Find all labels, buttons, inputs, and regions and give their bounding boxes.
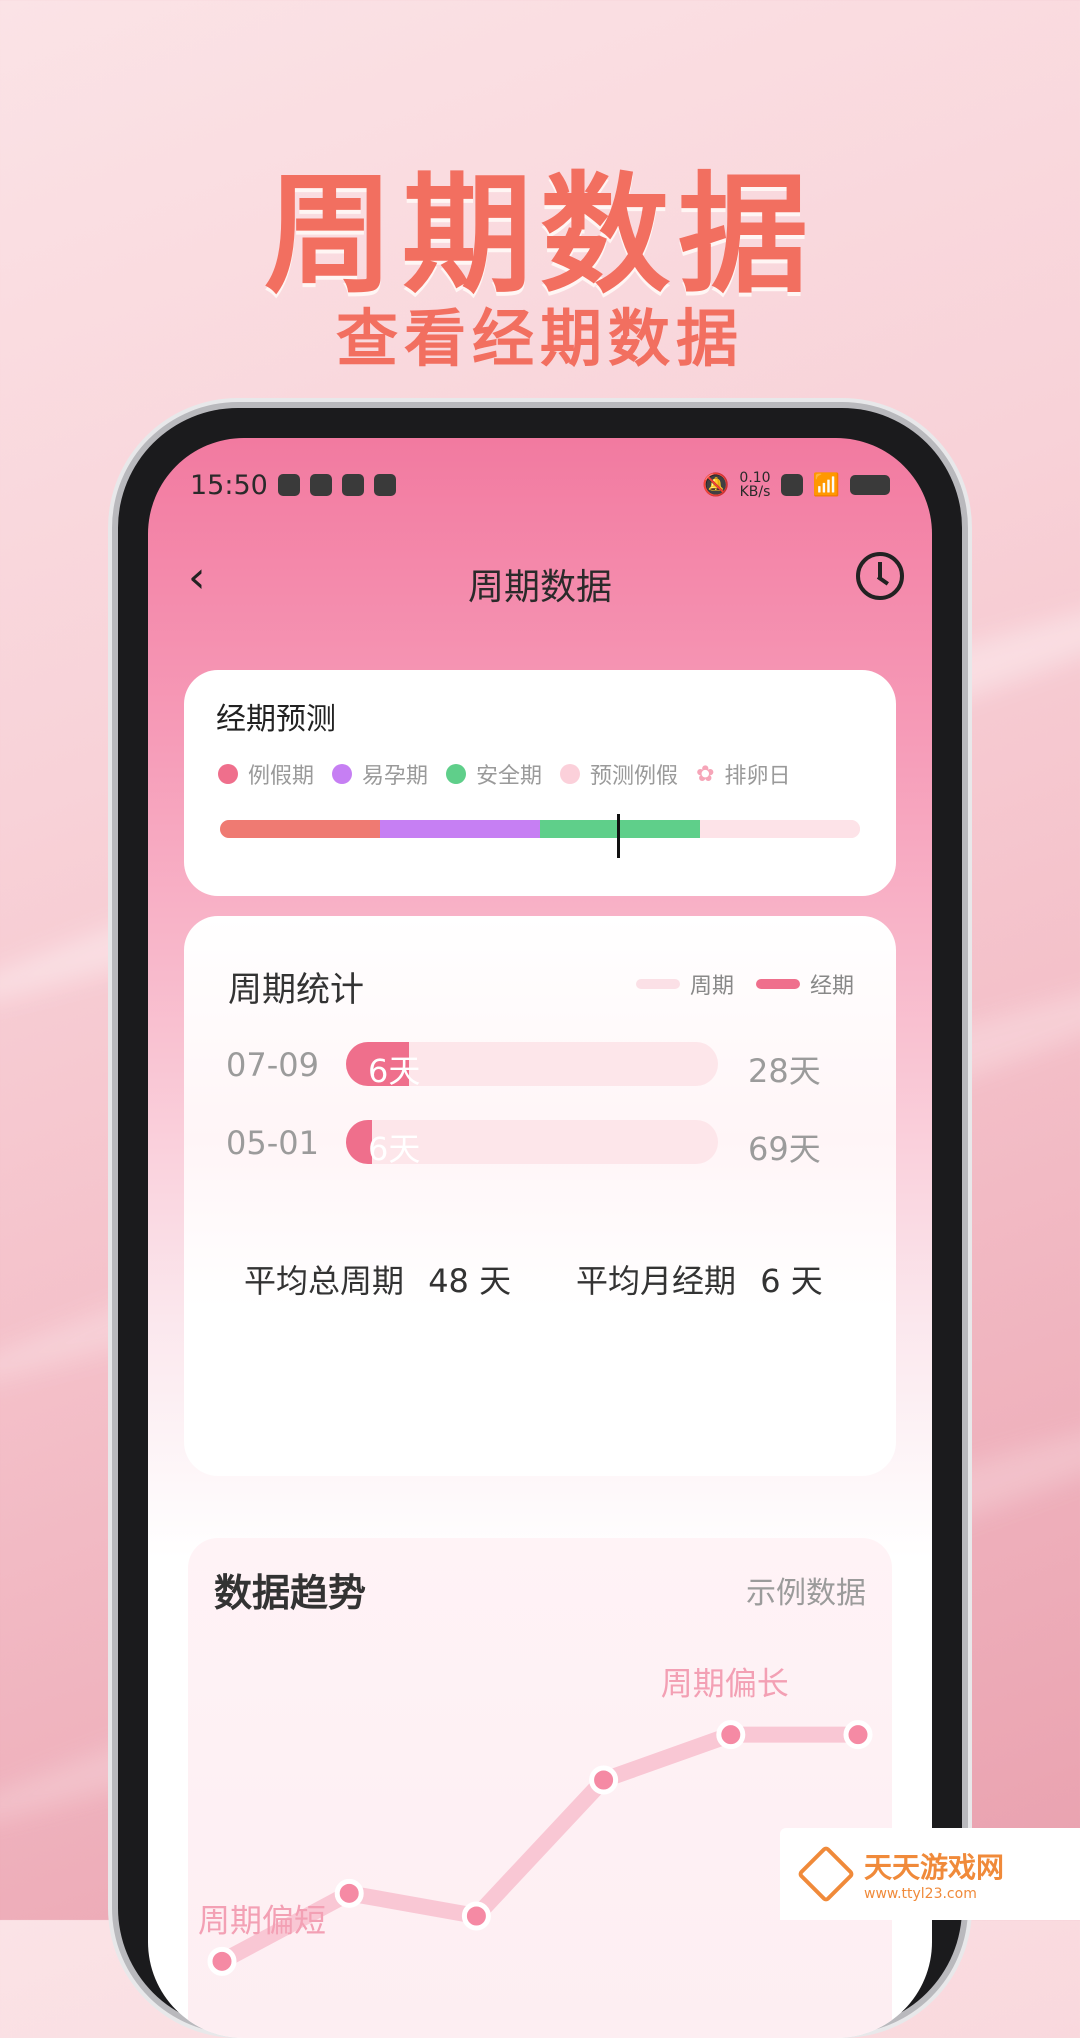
battery-icon: [850, 475, 890, 495]
legend-label: 经期: [809, 974, 854, 999]
legend-dot: [218, 764, 238, 784]
legend-label: 安全期: [476, 764, 543, 789]
cycle-stats-title: 周期统计: [228, 970, 364, 1010]
watermark-name: 天天游戏网: [864, 1851, 1005, 1884]
page-title: 周期数据: [467, 567, 612, 608]
watermark: 天天游戏网 www.ttyl23.com: [780, 1828, 1080, 1920]
legend-dot: [332, 764, 353, 784]
clock-icon[interactable]: [856, 552, 904, 600]
trend-point-4: [716, 1720, 746, 1750]
status-time: 15:50: [190, 469, 268, 501]
avg-period-label: 平均月经期: [576, 1262, 737, 1300]
sim-icon: [780, 474, 803, 496]
forecast-segment-0: [220, 820, 380, 838]
tiktok-icon: [309, 474, 332, 496]
trend-point-3: [589, 1765, 619, 1795]
forecast-title: 经期预测: [216, 702, 336, 737]
cycle-date: 07-09: [226, 1046, 319, 1084]
forecast-bar: [220, 820, 860, 838]
legend-label: 周期: [689, 974, 734, 999]
nav-bar: ‹ 周期数据: [148, 538, 932, 618]
inbox-icon: [373, 474, 396, 496]
avg-cycle-label: 平均总周期: [244, 1262, 405, 1300]
net-speed-unit: KB/s: [739, 484, 771, 500]
avg-period-value: 6 天: [760, 1262, 823, 1300]
legend-label: 例假期: [248, 764, 315, 789]
forecast-segment-1: [380, 820, 540, 838]
legend-item-ovulation: ✿ 排卵日: [696, 758, 790, 790]
cycle-track: 6天: [346, 1042, 718, 1086]
legend-label: 排卵日: [724, 764, 791, 789]
legend-item-predicted: 预测例假: [560, 758, 678, 790]
legend-item-cycle: 周期: [635, 968, 734, 1000]
cycle-stats-legend: 周期 经期: [635, 968, 854, 1000]
watermark-logo-icon: [796, 1844, 856, 1904]
legend-item-period: 例假期: [218, 758, 314, 790]
cycle-row[interactable]: 07-09 6天 28天: [226, 1042, 866, 1090]
flower-icon: ✿: [696, 761, 715, 787]
period-label: 6天: [368, 1130, 421, 1164]
legend-item-fertile: 易孕期: [332, 758, 428, 790]
status-bar: 15:50 🔕 0.10 KB/s 📶: [190, 460, 890, 510]
avg-cycle: 平均总周期 48 天: [244, 1256, 511, 1302]
avg-cycle-value: 48 天: [428, 1262, 512, 1300]
forecast-segment-3: [700, 820, 860, 838]
legend-dot: [560, 764, 581, 784]
trend-card: 数据趋势 示例数据 周期偏长周期偏短: [148, 1538, 932, 2038]
cycle-length: 28天: [748, 1052, 821, 1090]
app-icon: [341, 474, 364, 496]
forecast-card: 经期预测 例假期 易孕期 安全期 预测例假 ✿ 排卵日: [184, 670, 896, 896]
trend-panel: 数据趋势 示例数据 周期偏长周期偏短: [188, 1538, 892, 2038]
cycle-row[interactable]: 05-01 6天 69天: [226, 1120, 866, 1168]
period-label: 6天: [368, 1052, 421, 1086]
forecast-marker: [616, 814, 620, 858]
sample-data-label: 示例数据: [746, 1576, 866, 1611]
legend-label: 预测例假: [590, 764, 679, 789]
cycle-track: 6天: [346, 1120, 718, 1164]
mail-icon: [277, 474, 300, 496]
legend-item-period: 经期: [755, 968, 854, 1000]
legend-dot: [446, 764, 467, 784]
legend-item-safe: 安全期: [446, 758, 542, 790]
avg-period: 平均月经期 6 天: [576, 1256, 823, 1302]
cycle-length: 69天: [748, 1130, 821, 1168]
net-speed: 0.10 KB/s: [739, 471, 770, 499]
hero-subtitle: 查看经期数据: [335, 302, 744, 375]
trend-point-0: [207, 1946, 237, 1976]
trend-point-1: [334, 1878, 364, 1908]
legend-label: 易孕期: [362, 764, 429, 789]
trend-point-5: [843, 1720, 873, 1750]
forecast-segment-2: [540, 820, 700, 838]
trend-title: 数据趋势: [214, 1571, 367, 1615]
legend-line: [635, 979, 680, 989]
wifi-icon: 📶: [812, 472, 840, 498]
cycle-date: 05-01: [226, 1124, 319, 1162]
watermark-url: www.ttyl23.com: [864, 1886, 977, 1902]
legend-line: [755, 979, 800, 989]
annotation-short: 周期偏短: [198, 1901, 326, 1939]
phone-screen: 15:50 🔕 0.10 KB/s 📶 ‹ 周期数据 经期预测 例假期 易孕期 …: [148, 438, 932, 2038]
mute-icon: 🔕: [702, 472, 730, 498]
trend-point-2: [461, 1901, 491, 1931]
forecast-legend: 例假期 易孕期 安全期 预测例假 ✿ 排卵日: [218, 758, 791, 790]
cycle-stats-card: 周期统计 周期 经期 07-09 6天 28天 05-01 6天 69天 平均总…: [184, 916, 896, 1476]
annotation-long: 周期偏长: [661, 1665, 789, 1703]
